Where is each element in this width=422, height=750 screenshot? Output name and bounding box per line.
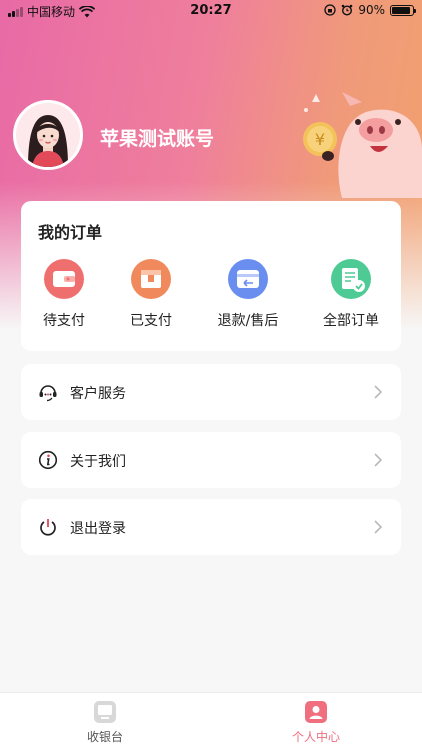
svg-text:¥: ¥ [315, 130, 325, 149]
chevron-right-icon [374, 453, 383, 467]
wallet-icon [44, 259, 84, 299]
order-label: 已支付 [130, 313, 172, 329]
tab-bar: 收银台 个人中心 [0, 692, 422, 750]
menu-about-us[interactable]: 关于我们 [21, 432, 401, 488]
refund-icon [228, 259, 268, 299]
power-icon [40, 519, 56, 536]
profile-icon [305, 701, 327, 723]
status-bar: 中国移动 20:27 90% [0, 0, 422, 22]
chevron-right-icon [374, 520, 383, 534]
paid-box-icon [131, 259, 171, 299]
menu-label: 退出登录 [70, 521, 126, 537]
order-label: 退款/售后 [217, 313, 279, 329]
order-refund[interactable]: 退款/售后 [203, 259, 293, 339]
avatar-girl-icon [16, 103, 80, 167]
tab-label: 个人中心 [291, 730, 340, 744]
pig-mascot-icon: ¥ [303, 92, 422, 198]
chevron-right-icon [374, 385, 383, 399]
tab-cashier[interactable]: 收银台 [55, 701, 155, 745]
battery-percent: 90% [358, 3, 385, 17]
avatar[interactable] [13, 100, 83, 170]
alarm-icon [342, 4, 353, 16]
order-all[interactable]: 全部订单 [306, 259, 396, 339]
customer-service-icon [39, 385, 57, 402]
order-pending-payment[interactable]: 待支付 [19, 259, 109, 339]
orders-title: 我的订单 [38, 223, 103, 242]
username: 苹果测试账号 [100, 128, 215, 150]
cashier-icon [94, 701, 116, 723]
order-label: 待支付 [43, 313, 85, 329]
info-icon [38, 450, 58, 470]
order-label: 全部订单 [323, 313, 379, 329]
order-paid[interactable]: 已支付 [106, 259, 196, 339]
menu-label: 客户服务 [70, 386, 126, 402]
orders-card: 我的订单 待支付 已支付 退款/售后 全部订单 [21, 201, 401, 351]
menu-customer-service[interactable]: 客户服务 [21, 364, 401, 420]
all-orders-icon [331, 259, 371, 299]
battery-icon [390, 4, 416, 16]
orientation-lock-icon [324, 4, 336, 16]
menu-logout[interactable]: 退出登录 [21, 499, 401, 555]
tab-profile-center[interactable]: 个人中心 [266, 701, 366, 745]
menu-label: 关于我们 [70, 454, 126, 470]
tab-label: 收银台 [86, 730, 123, 744]
